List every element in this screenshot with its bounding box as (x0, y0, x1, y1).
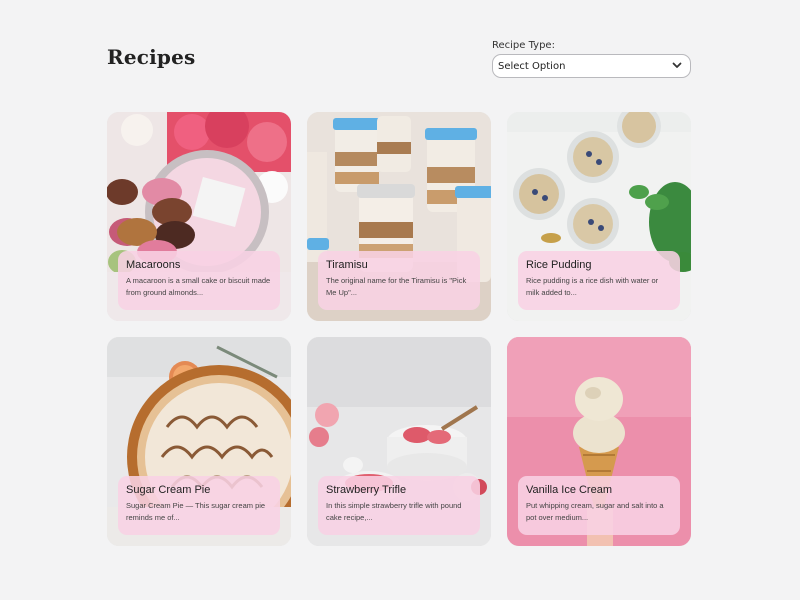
recipe-title: Vanilla Ice Cream (526, 484, 612, 496)
recipe-title: Rice Pudding (526, 259, 592, 271)
recipe-card[interactable]: Sugar Cream Pie Sugar Cream Pie — This s… (107, 337, 291, 546)
recipe-card-overlay: Macaroons A macaroon is a small cake or … (118, 251, 280, 310)
recipe-card[interactable]: Tiramisu The original name for the Tiram… (307, 112, 491, 321)
recipe-title: Macaroons (126, 259, 181, 271)
chevron-down-icon (672, 62, 682, 68)
recipe-description: Rice pudding is a rice dish with water o… (526, 276, 659, 297)
recipe-card[interactable]: Rice Pudding Rice pudding is a rice dish… (507, 112, 691, 321)
recipe-card-overlay: Sugar Cream Pie Sugar Cream Pie — This s… (118, 476, 280, 535)
page-title: Recipes (107, 45, 196, 69)
recipe-card-overlay: Vanilla Ice Cream Put whipping cream, su… (518, 476, 680, 535)
recipe-title: Tiramisu (326, 259, 368, 271)
recipe-title: Sugar Cream Pie (126, 484, 211, 496)
recipe-card[interactable]: Vanilla Ice Cream Put whipping cream, su… (507, 337, 691, 546)
recipe-card[interactable]: Macaroons A macaroon is a small cake or … (107, 112, 291, 321)
recipe-description: A macaroon is a small cake or biscuit ma… (126, 276, 271, 297)
recipe-title: Strawberry Trifle (326, 484, 407, 496)
recipe-type-filter: Recipe Type: Select Option (492, 40, 691, 78)
recipes-page: Recipes Recipe Type: Select Option Macar… (0, 0, 800, 600)
recipe-description: In this simple strawberry trifle with po… (326, 501, 462, 522)
recipe-type-select[interactable]: Select Option (492, 54, 691, 78)
recipe-description: The original name for the Tiramisu is "P… (326, 276, 467, 297)
recipe-type-label: Recipe Type: (492, 40, 555, 51)
recipe-card-overlay: Tiramisu The original name for the Tiram… (318, 251, 480, 310)
recipe-card[interactable]: Strawberry Trifle In this simple strawbe… (307, 337, 491, 546)
recipe-type-selected-value: Select Option (498, 61, 566, 72)
recipe-card-overlay: Rice Pudding Rice pudding is a rice dish… (518, 251, 680, 310)
recipe-description: Put whipping cream, sugar and salt into … (526, 501, 664, 522)
recipe-grid: Macaroons A macaroon is a small cake or … (107, 112, 691, 546)
recipe-description: Sugar Cream Pie — This sugar cream pie r… (126, 501, 266, 522)
recipe-card-overlay: Strawberry Trifle In this simple strawbe… (318, 476, 480, 535)
